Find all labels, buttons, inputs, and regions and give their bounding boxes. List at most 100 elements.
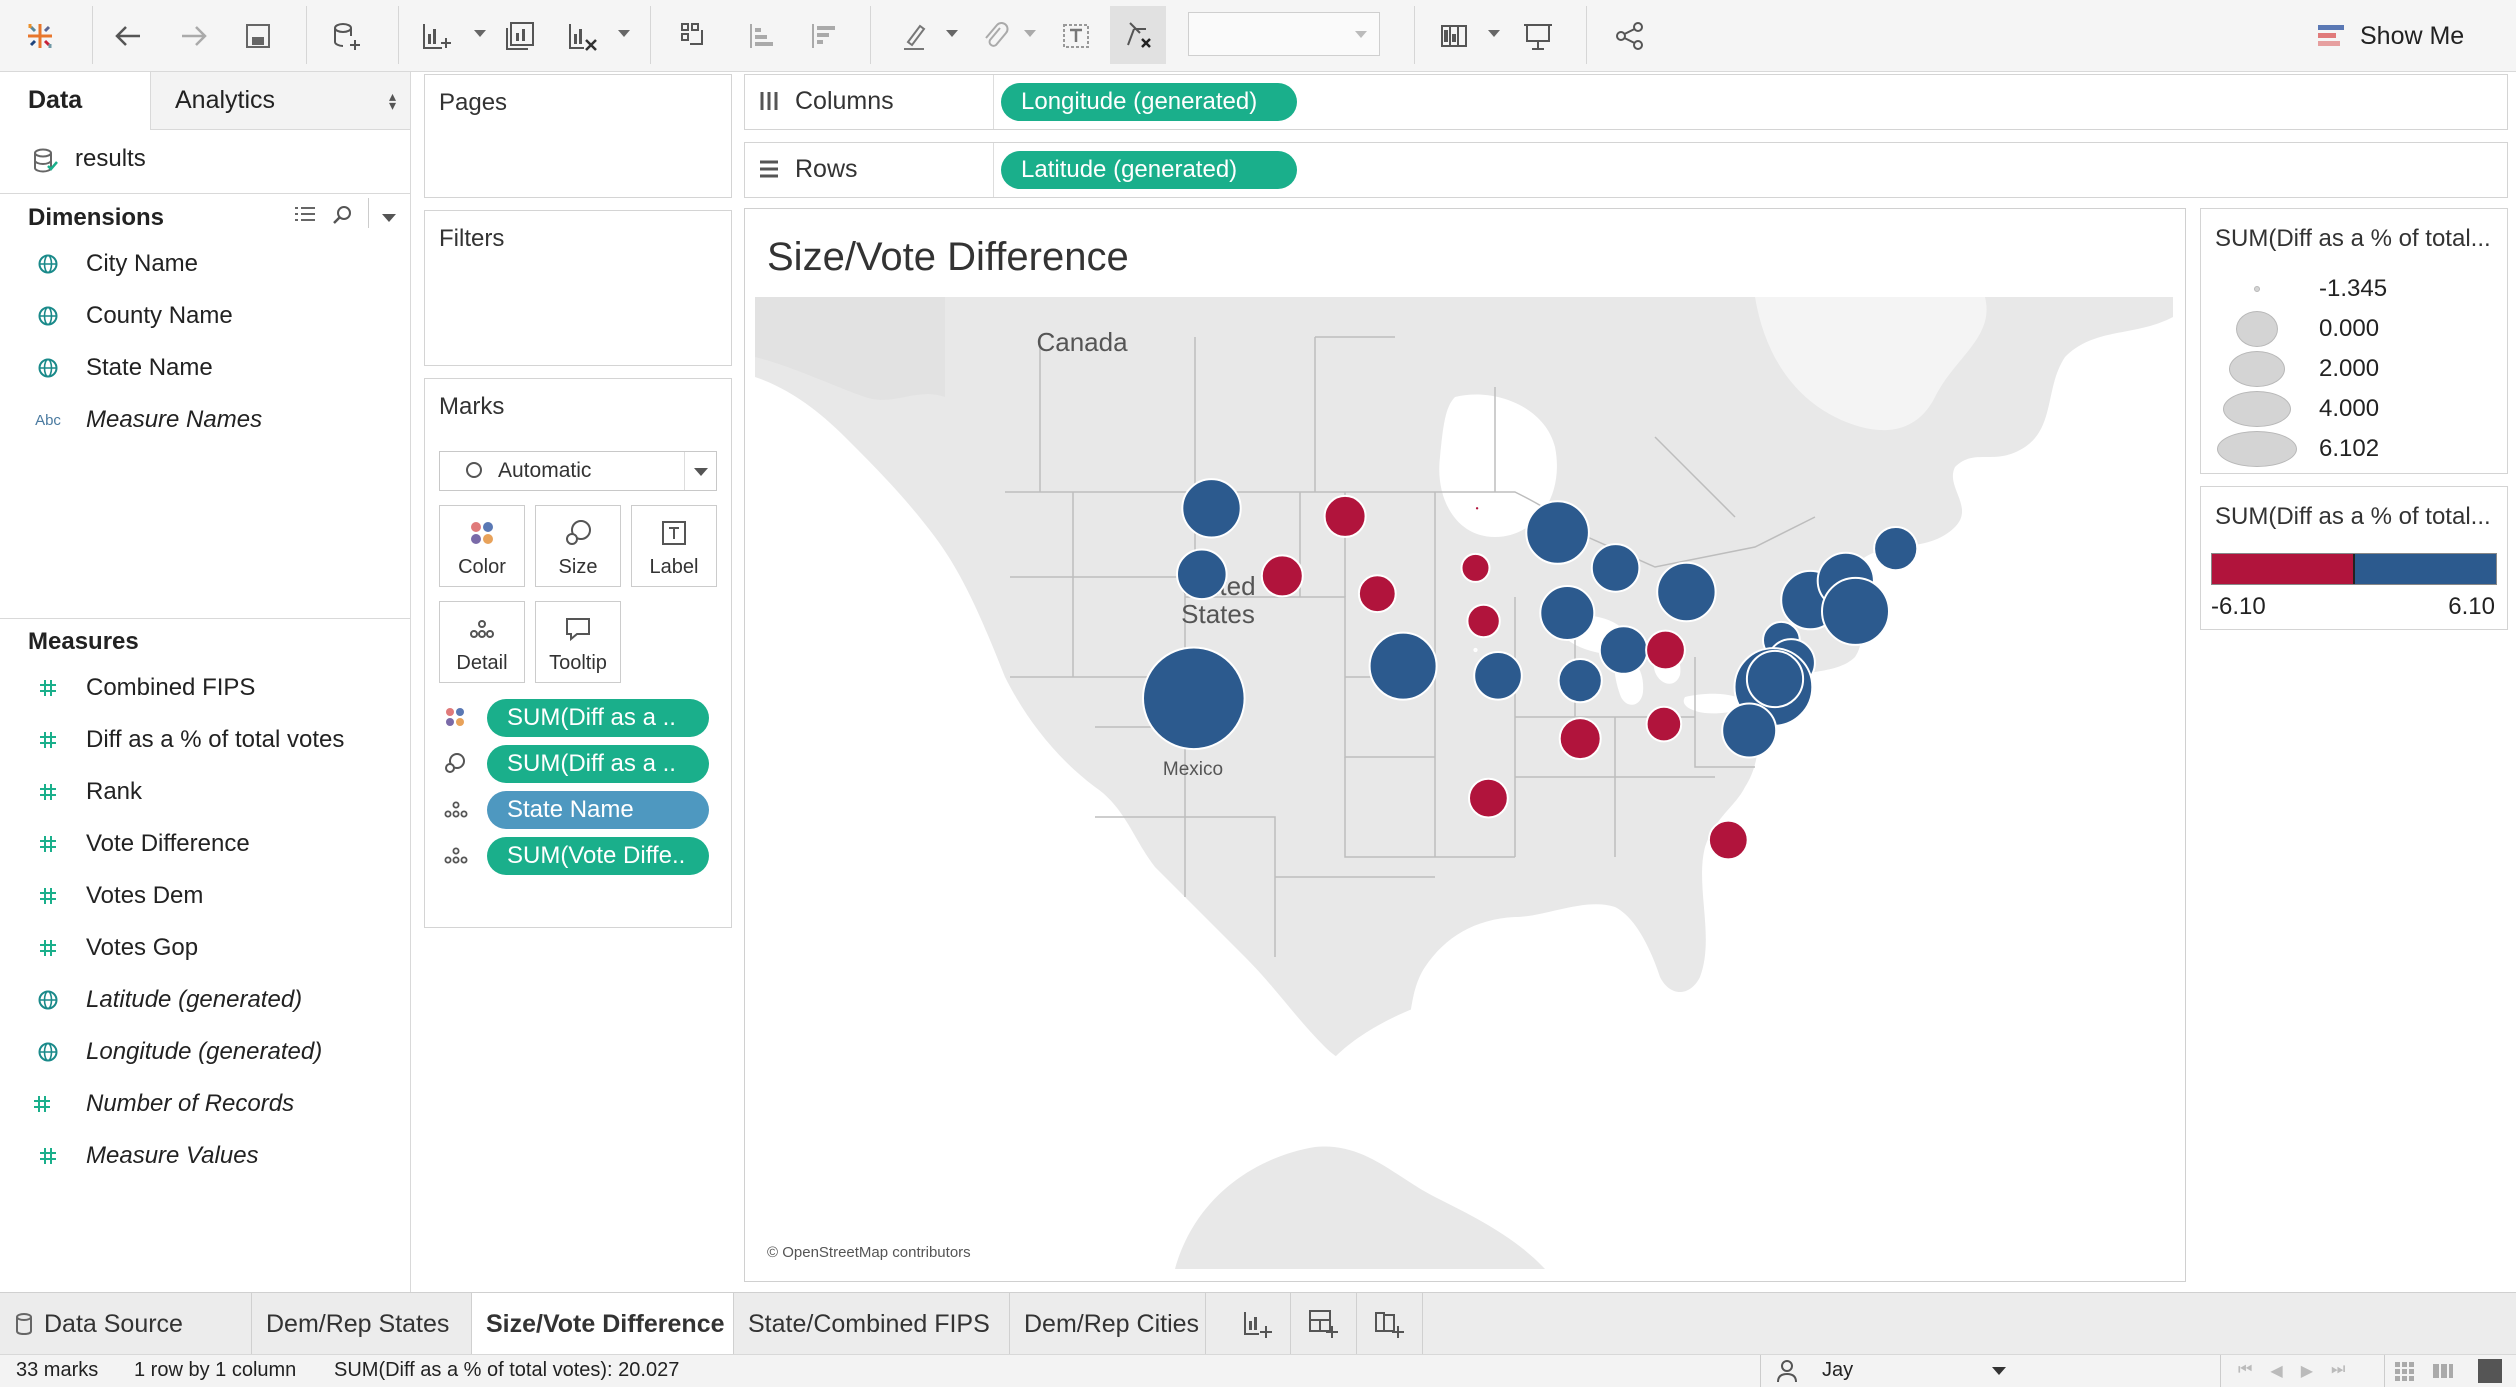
cards-icon[interactable] [1436,16,1476,56]
map-mark[interactable] [1460,552,1491,583]
map-mark[interactable] [1721,702,1778,759]
share-icon[interactable] [1610,16,1650,56]
measure-field[interactable]: Diff as a % of total votes [0,720,400,760]
dimension-field[interactable]: City Name [0,244,400,284]
first-sheet-icon[interactable]: ⏮ [2238,1361,2252,1381]
highlight-icon[interactable] [896,16,936,56]
map[interactable]: Canada United States Mexico © OpenStreet… [755,297,2173,1269]
measure-field[interactable]: Measure Values [0,1136,400,1176]
save-icon[interactable] [238,16,278,56]
map-mark[interactable] [1590,543,1641,593]
map-mark[interactable] [1468,777,1509,819]
presentation-mode-icon[interactable] [1518,16,1558,56]
map-mark[interactable] [1656,561,1717,623]
group-members-icon[interactable] [974,16,1014,56]
tabs-view-icon[interactable] [2478,1359,2502,1383]
map-mark[interactable] [1466,603,1501,639]
marks-pill[interactable]: SUM(Diff as a .. [487,699,709,737]
map-mark[interactable] [1539,585,1596,641]
clear-sheet-icon[interactable] [562,16,602,56]
map-mark[interactable] [1558,717,1602,761]
mark-type-dropdown[interactable]: Automatic [439,451,717,491]
duplicate-sheet-icon[interactable] [500,16,540,56]
sort-ascending-icon[interactable] [742,16,782,56]
forward-arrow-icon[interactable] [174,16,214,56]
map-mark[interactable] [1525,500,1590,565]
columns-shelf[interactable]: Columns Longitude (generated) [744,74,2508,130]
sheet-tab[interactable]: State/Combined FIPS [734,1293,1010,1355]
filters-shelf[interactable]: Filters [424,210,732,366]
search-icon[interactable] [330,202,356,228]
new-dashboard-tab-icon[interactable] [1290,1293,1357,1355]
new-worksheet-tab-icon[interactable] [1224,1293,1291,1355]
fit-dropdown[interactable] [1188,12,1380,56]
map-mark[interactable] [1142,646,1246,751]
next-sheet-icon[interactable]: ▶ [2301,1361,2313,1381]
map-mark[interactable] [1323,494,1367,538]
user-dropdown-icon[interactable] [1992,1367,2006,1375]
map-mark[interactable] [1473,647,1478,653]
sheet-tab[interactable]: Dem/Rep States [252,1293,472,1355]
map-mark[interactable] [1357,574,1397,614]
rows-pill[interactable]: Latitude (generated) [1001,151,1297,189]
measure-field[interactable]: Rank [0,772,400,812]
dimension-field[interactable]: State Name [0,348,400,388]
color-legend[interactable]: SUM(Diff as a % of total... -6.10 6.10 [2200,486,2508,630]
grid-view-icon[interactable] [2394,1361,2416,1381]
sheet-tab[interactable]: Dem/Rep Cities [1010,1293,1206,1355]
datasource-name[interactable]: results [75,145,146,173]
tooltip-button[interactable]: Tooltip [535,601,621,683]
measure-field[interactable]: Latitude (generated) [0,980,400,1020]
sort-descending-icon[interactable] [804,16,844,56]
label-button[interactable]: Label [631,505,717,587]
sheet-tab[interactable]: Size/Vote Difference [472,1293,734,1355]
size-button[interactable]: Size [535,505,621,587]
pages-shelf[interactable]: Pages [424,74,732,198]
show-mark-labels-icon[interactable] [1056,16,1096,56]
measure-field[interactable]: Votes Dem [0,876,400,916]
status-user[interactable]: Jay [1822,1359,1853,1382]
map-mark[interactable] [1368,631,1438,701]
dimension-field[interactable]: Abc Measure Names [0,400,400,440]
measure-field[interactable]: Number of Records [0,1084,400,1124]
map-mark[interactable] [1260,554,1304,598]
new-worksheet-icon[interactable] [416,16,456,56]
back-arrow-icon[interactable] [108,16,148,56]
columns-pill[interactable]: Longitude (generated) [1001,83,1297,121]
tab-analytics[interactable]: Analytics ▴ ▾ [150,72,410,130]
measure-field[interactable]: Vote Difference [0,824,400,864]
map-mark[interactable] [1645,705,1683,743]
tab-data-source[interactable]: Data Source [0,1293,252,1355]
map-mark[interactable] [1473,651,1523,701]
map-mark[interactable] [1707,819,1749,861]
measure-field[interactable]: Combined FIPS [0,668,400,708]
show-me-button[interactable]: Show Me [2318,14,2464,58]
filmstrip-view-icon[interactable] [2432,1361,2454,1381]
new-story-tab-icon[interactable] [1356,1293,1423,1355]
swap-icon[interactable] [674,16,714,56]
tab-data[interactable]: Data [0,72,150,132]
map-mark[interactable] [1745,649,1805,709]
marks-pill[interactable]: SUM(Vote Diffe.. [487,837,709,875]
measure-field[interactable]: Longitude (generated) [0,1032,400,1072]
map-mark[interactable] [1821,576,1890,646]
dimension-field[interactable]: County Name [0,296,400,336]
marks-pill[interactable]: State Name [487,791,709,829]
measure-field[interactable]: Votes Gop [0,928,400,968]
map-mark[interactable] [1473,505,1481,512]
map-mark[interactable] [1176,548,1228,601]
dimensions-menu-caret-icon[interactable] [382,214,396,222]
map-mark[interactable] [1557,658,1603,704]
sheet-navigation[interactable]: ⏮ ◀ ▶ ⏭ [2238,1361,2378,1381]
last-sheet-icon[interactable]: ⏭ [2331,1361,2345,1381]
map-mark[interactable] [1181,478,1242,539]
map-mark[interactable] [1598,625,1649,675]
new-datasource-icon[interactable] [326,16,366,56]
marks-pill[interactable]: SUM(Diff as a .. [487,745,709,783]
detail-button[interactable]: Detail [439,601,525,683]
color-button[interactable]: Color [439,505,525,587]
prev-sheet-icon[interactable]: ◀ [2270,1361,2282,1381]
map-mark[interactable] [1645,629,1686,671]
size-legend[interactable]: SUM(Diff as a % of total... -1.345 0.000 2… [2200,208,2508,474]
list-view-icon[interactable] [292,202,318,228]
